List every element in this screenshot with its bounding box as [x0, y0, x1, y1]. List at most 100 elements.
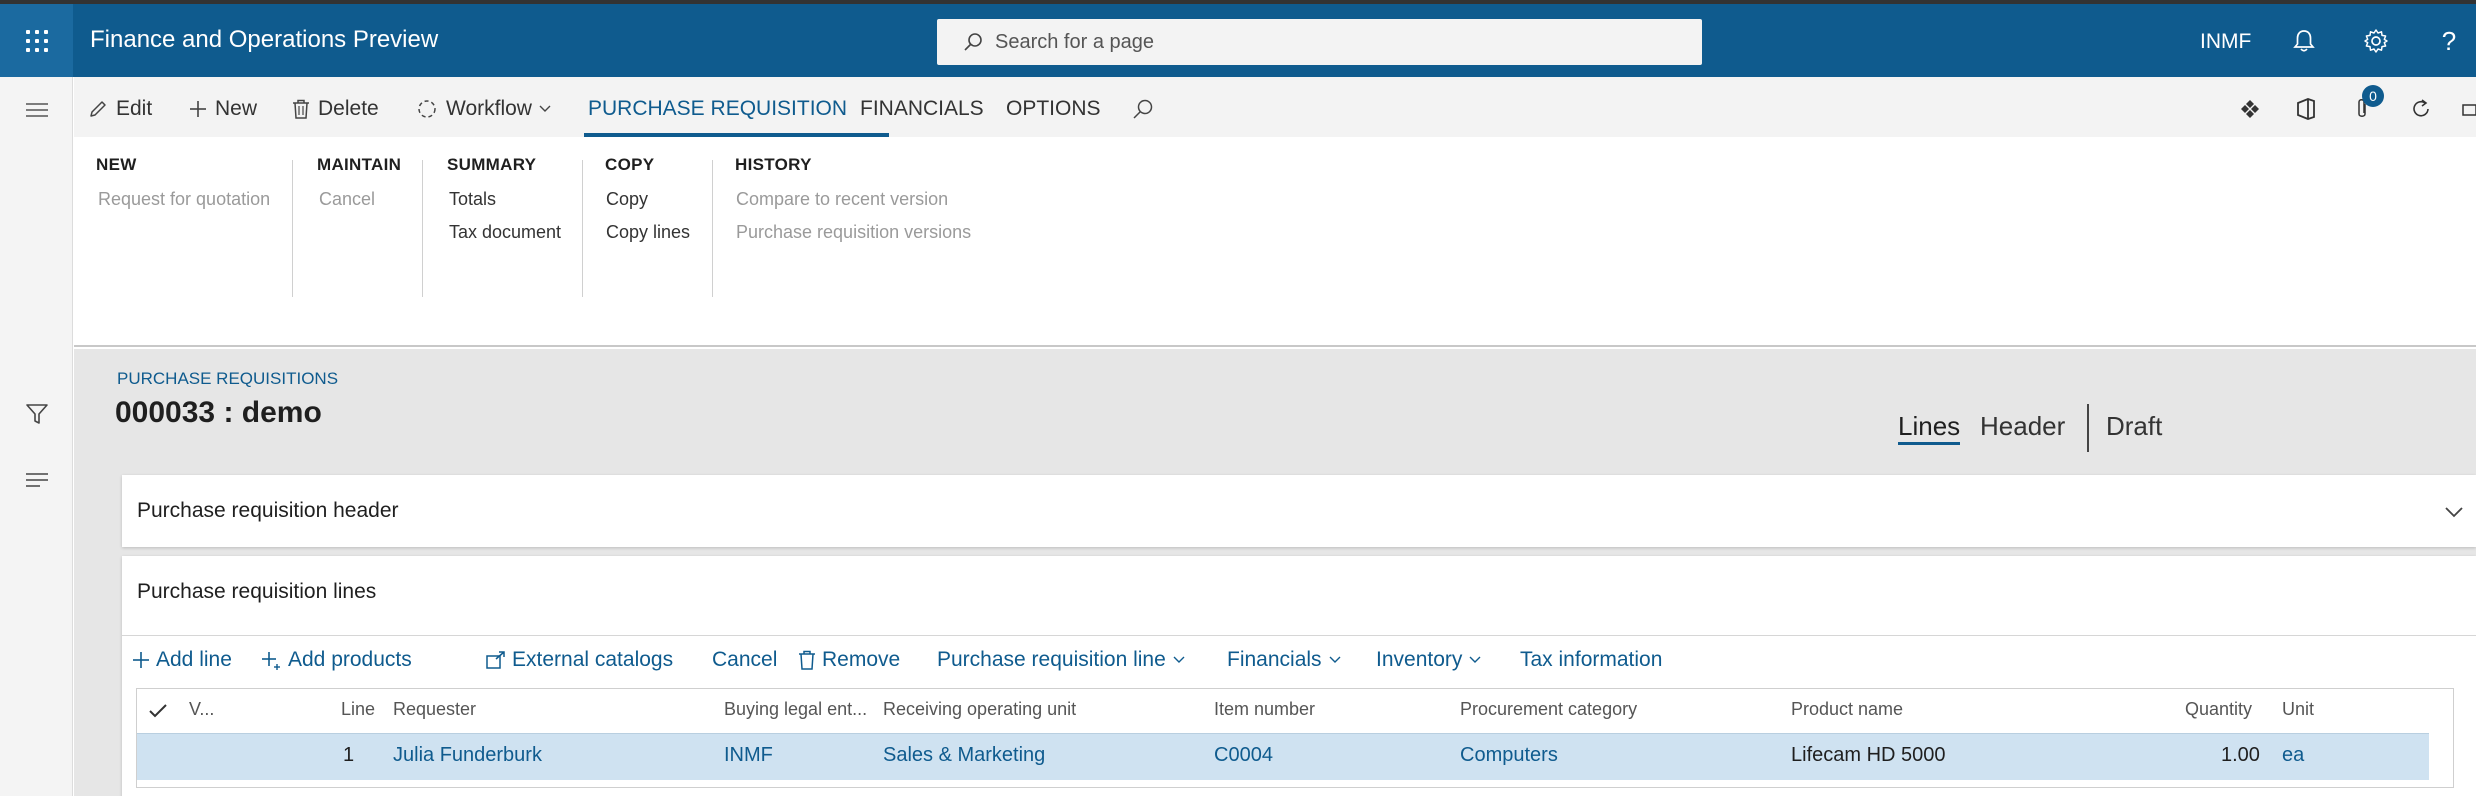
- view-header[interactable]: Header: [1980, 411, 2065, 442]
- cancel-line-button[interactable]: Cancel: [712, 648, 777, 672]
- notifications-button[interactable]: [2287, 24, 2321, 58]
- unit-link[interactable]: ea: [2282, 744, 2304, 767]
- menu-label: Purchase requisition line: [937, 648, 1166, 671]
- group-history: HISTORY Compare to recent version Purcha…: [735, 155, 971, 246]
- line-cell: 1: [343, 744, 355, 766]
- group-copy: COPY Copy Copy lines: [605, 155, 690, 246]
- group-maintain: MAINTAIN Cancel: [317, 155, 401, 213]
- group-separator: [292, 160, 293, 297]
- column-header[interactable]: Procurement category: [1460, 699, 1637, 720]
- requester-link[interactable]: Julia Funderburk: [393, 744, 542, 767]
- search-input[interactable]: [995, 30, 1595, 54]
- tax-information-button[interactable]: Tax information: [1520, 648, 1662, 672]
- action-search-button[interactable]: [1132, 95, 1162, 123]
- open-new-window-button[interactable]: [2462, 95, 2476, 123]
- filter-pane-button[interactable]: [24, 401, 50, 427]
- group-title: SUMMARY: [447, 155, 537, 174]
- remove-line-button[interactable]: Remove: [798, 648, 900, 672]
- left-navigation-rail: [0, 77, 73, 796]
- settings-button[interactable]: [2359, 24, 2393, 58]
- item-number-link[interactable]: C0004: [1214, 744, 1273, 767]
- add-products-label: Add products: [288, 648, 412, 671]
- app-launcher-button[interactable]: [0, 4, 73, 77]
- header-fasttab[interactable]: Purchase requisition header: [122, 475, 2476, 547]
- add-products-button[interactable]: Add products: [262, 648, 412, 672]
- add-line-button[interactable]: Add line: [132, 648, 232, 672]
- column-header[interactable]: Receiving operating unit: [883, 699, 1076, 720]
- menu-label: Financials: [1227, 648, 1322, 671]
- open-in-office-button[interactable]: [2296, 95, 2324, 123]
- group-separator: [712, 160, 713, 297]
- workflow-menu[interactable]: Workflow: [416, 95, 552, 123]
- tab-purchase-requisition[interactable]: PURCHASE REQUISITION: [588, 95, 847, 123]
- company-selector[interactable]: INMF: [2200, 30, 2251, 54]
- new-label: New: [215, 97, 258, 120]
- add-line-label: Add line: [156, 648, 232, 671]
- list-icon: [26, 473, 48, 487]
- receiving-unit-link[interactable]: Sales & Marketing: [883, 744, 1045, 767]
- column-header[interactable]: Quantity: [2185, 699, 2252, 720]
- column-header[interactable]: Product name: [1791, 699, 1903, 720]
- chevron-down-icon: [1469, 656, 1481, 663]
- power-apps-button[interactable]: [2240, 95, 2268, 123]
- cancel-requisition-button[interactable]: Cancel: [319, 189, 401, 213]
- external-catalogs-button[interactable]: External catalogs: [486, 648, 673, 672]
- window-icon: [2462, 104, 2476, 116]
- lines-fasttab: Purchase requisition lines Add line Add …: [122, 556, 2476, 796]
- column-header[interactable]: Buying legal ent...: [724, 699, 867, 720]
- external-link-icon: [486, 651, 505, 669]
- purchase-requisition-line-menu[interactable]: Purchase requisition line: [937, 648, 1186, 672]
- new-button[interactable]: New: [189, 95, 257, 123]
- trash-icon: [293, 99, 309, 119]
- quantity-cell: 1.00: [2221, 744, 2260, 766]
- diamond-grid-icon: [2241, 100, 2259, 118]
- chevron-down-icon: [539, 105, 551, 112]
- form-content: PURCHASE REQUISITIONS 000033 : demo Line…: [74, 349, 2476, 796]
- page-search-box[interactable]: [937, 19, 1702, 65]
- copy-button[interactable]: Copy: [606, 189, 690, 213]
- tab-financials[interactable]: FINANCIALS: [860, 95, 984, 123]
- tab-options[interactable]: OPTIONS: [1006, 95, 1101, 123]
- compare-to-recent-version-button[interactable]: Compare to recent version: [736, 189, 971, 213]
- tax-document-button[interactable]: Tax document: [449, 222, 561, 246]
- column-header[interactable]: Item number: [1214, 699, 1315, 720]
- column-header[interactable]: V...: [189, 699, 214, 720]
- delete-button[interactable]: Delete: [292, 95, 379, 123]
- purchase-requisition-versions-button[interactable]: Purchase requisition versions: [736, 222, 971, 246]
- group-separator: [422, 160, 423, 297]
- copy-lines-button[interactable]: Copy lines: [606, 222, 690, 246]
- help-button[interactable]: ?: [2432, 24, 2466, 58]
- edit-button[interactable]: Edit: [88, 95, 152, 123]
- expand-navigation-button[interactable]: [24, 97, 50, 123]
- checkmark-icon[interactable]: [149, 703, 167, 719]
- command-bar: Edit New Delete Workflow PURCHASE REQUIS…: [74, 77, 2476, 137]
- table-row[interactable]: 1 Julia Funderburk INMF Sales & Marketin…: [137, 733, 2429, 780]
- active-tab-indicator: [584, 133, 889, 137]
- attachments-button[interactable]: 0: [2354, 85, 2384, 123]
- inventory-menu[interactable]: Inventory: [1376, 648, 1482, 672]
- add-products-icon: [262, 652, 280, 670]
- hamburger-icon: [26, 103, 48, 117]
- column-header[interactable]: Requester: [393, 699, 476, 720]
- totals-button[interactable]: Totals: [449, 189, 561, 213]
- financials-menu[interactable]: Financials: [1227, 648, 1342, 672]
- list-pane-button[interactable]: [24, 467, 50, 493]
- group-summary: SUMMARY Totals Tax document: [447, 155, 561, 246]
- breadcrumb[interactable]: PURCHASE REQUISITIONS: [117, 369, 338, 389]
- status-badge: Draft: [2106, 411, 2163, 441]
- buying-legal-entity-link[interactable]: INMF: [724, 744, 773, 767]
- delete-label: Delete: [318, 97, 379, 120]
- workflow-label: Workflow: [446, 97, 532, 120]
- request-for-quotation-button[interactable]: Request for quotation: [98, 189, 270, 213]
- column-header[interactable]: Unit: [2282, 699, 2314, 720]
- refresh-button[interactable]: [2410, 95, 2440, 123]
- group-separator: [582, 160, 583, 297]
- waffle-icon: [25, 29, 48, 52]
- view-lines[interactable]: Lines: [1898, 411, 1961, 445]
- search-icon: [964, 33, 982, 51]
- chevron-down-icon: [1329, 656, 1341, 663]
- gear-icon: [2364, 29, 2388, 53]
- procurement-category-link[interactable]: Computers: [1460, 744, 1558, 767]
- column-header[interactable]: Line: [341, 699, 375, 720]
- remove-label: Remove: [822, 648, 901, 671]
